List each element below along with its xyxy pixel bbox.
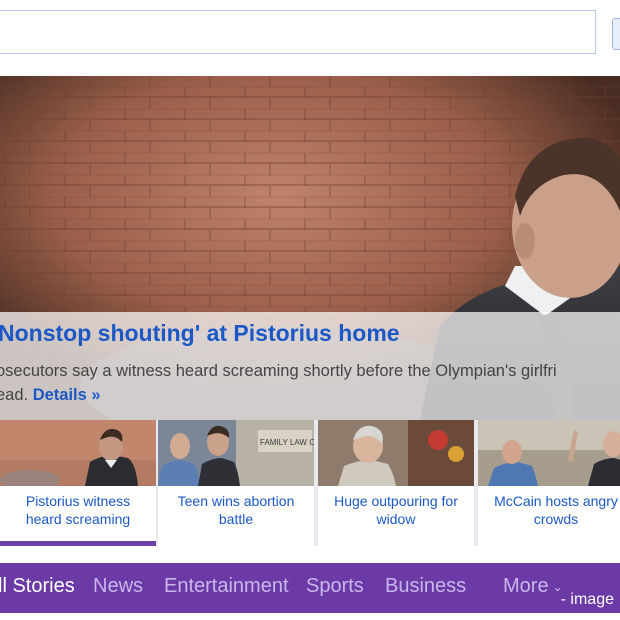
thumbnail-label-2-line-1: Teen wins abortion xyxy=(177,493,295,509)
tab-more-label: More xyxy=(503,575,549,597)
thumbnail-label-1: Pistorius witness heard screaming xyxy=(0,492,156,528)
hero-summary-line-2: ead. Details » xyxy=(0,383,620,407)
thumbnail-label-1-line-2: heard screaming xyxy=(25,511,131,527)
thumbnail-story-2[interactable]: FAMILY LAW CENTER Teen wins abortion bat… xyxy=(158,420,314,546)
tab-sports[interactable]: Sports xyxy=(306,575,364,598)
hero-summary-line-2-text: ead. xyxy=(0,386,29,404)
thumbnail-label-4-line-1: McCain hosts angry xyxy=(494,493,618,509)
category-nav: ll Stories News Entertainment Sports Bus… xyxy=(0,563,620,613)
hero-summary-line-1: osecutors say a witness heard screaming … xyxy=(0,362,557,380)
thumbnail-story-1[interactable]: Pistorius witness heard screaming xyxy=(0,420,156,546)
thumbnail-story-3[interactable]: Huge outpouring for widow xyxy=(318,420,474,546)
active-indicator-bar xyxy=(0,541,156,546)
thumbnail-label-3-line-1: Huge outpouring for xyxy=(334,493,458,509)
search-button[interactable] xyxy=(612,18,620,50)
thumbnail-label-3-line-2: widow xyxy=(376,511,416,527)
thumbnail-image-3 xyxy=(318,420,474,486)
tab-business[interactable]: Business xyxy=(385,575,466,598)
thumbnail-label-2-line-2: battle xyxy=(218,511,254,527)
details-link[interactable]: Details » xyxy=(33,386,101,404)
thumbnail-image-2-sign: FAMILY LAW CENTER xyxy=(260,438,314,447)
thumbnail-label-1-line-1: Pistorius witness xyxy=(25,493,131,509)
thumbnail-label-4: McCain hosts angry crowds xyxy=(478,492,620,528)
search-bar xyxy=(0,0,620,74)
thumbnail-label-3: Huge outpouring for widow xyxy=(318,492,474,528)
hero-headline[interactable]: Nonstop shouting' at Pistorius home xyxy=(0,320,400,347)
tab-news[interactable]: News xyxy=(93,575,143,598)
tab-all-stories[interactable]: ll Stories xyxy=(0,575,75,598)
thumbnail-story-4[interactable]: McCain hosts angry crowds xyxy=(478,420,620,546)
search-input[interactable] xyxy=(0,10,596,54)
thumbnail-image-4 xyxy=(478,420,620,486)
tab-entertainment[interactable]: Entertainment xyxy=(164,575,289,598)
story-thumbnails: Pistorius witness heard screaming FAMILY… xyxy=(0,420,620,546)
hero-story[interactable]: Nonstop shouting' at Pistorius home osec… xyxy=(0,76,620,420)
thumbnail-label-2: Teen wins abortion battle xyxy=(158,492,314,528)
thumbnail-image-2: FAMILY LAW CENTER xyxy=(158,420,314,486)
thumbnail-label-4-line-2: crowds xyxy=(533,511,579,527)
thumbnail-image-1 xyxy=(0,420,156,486)
tab-more[interactable]: More ⌄ xyxy=(503,575,563,598)
hero-summary: osecutors say a witness heard screaming … xyxy=(0,359,620,407)
image-credit: - image xyxy=(560,591,614,608)
